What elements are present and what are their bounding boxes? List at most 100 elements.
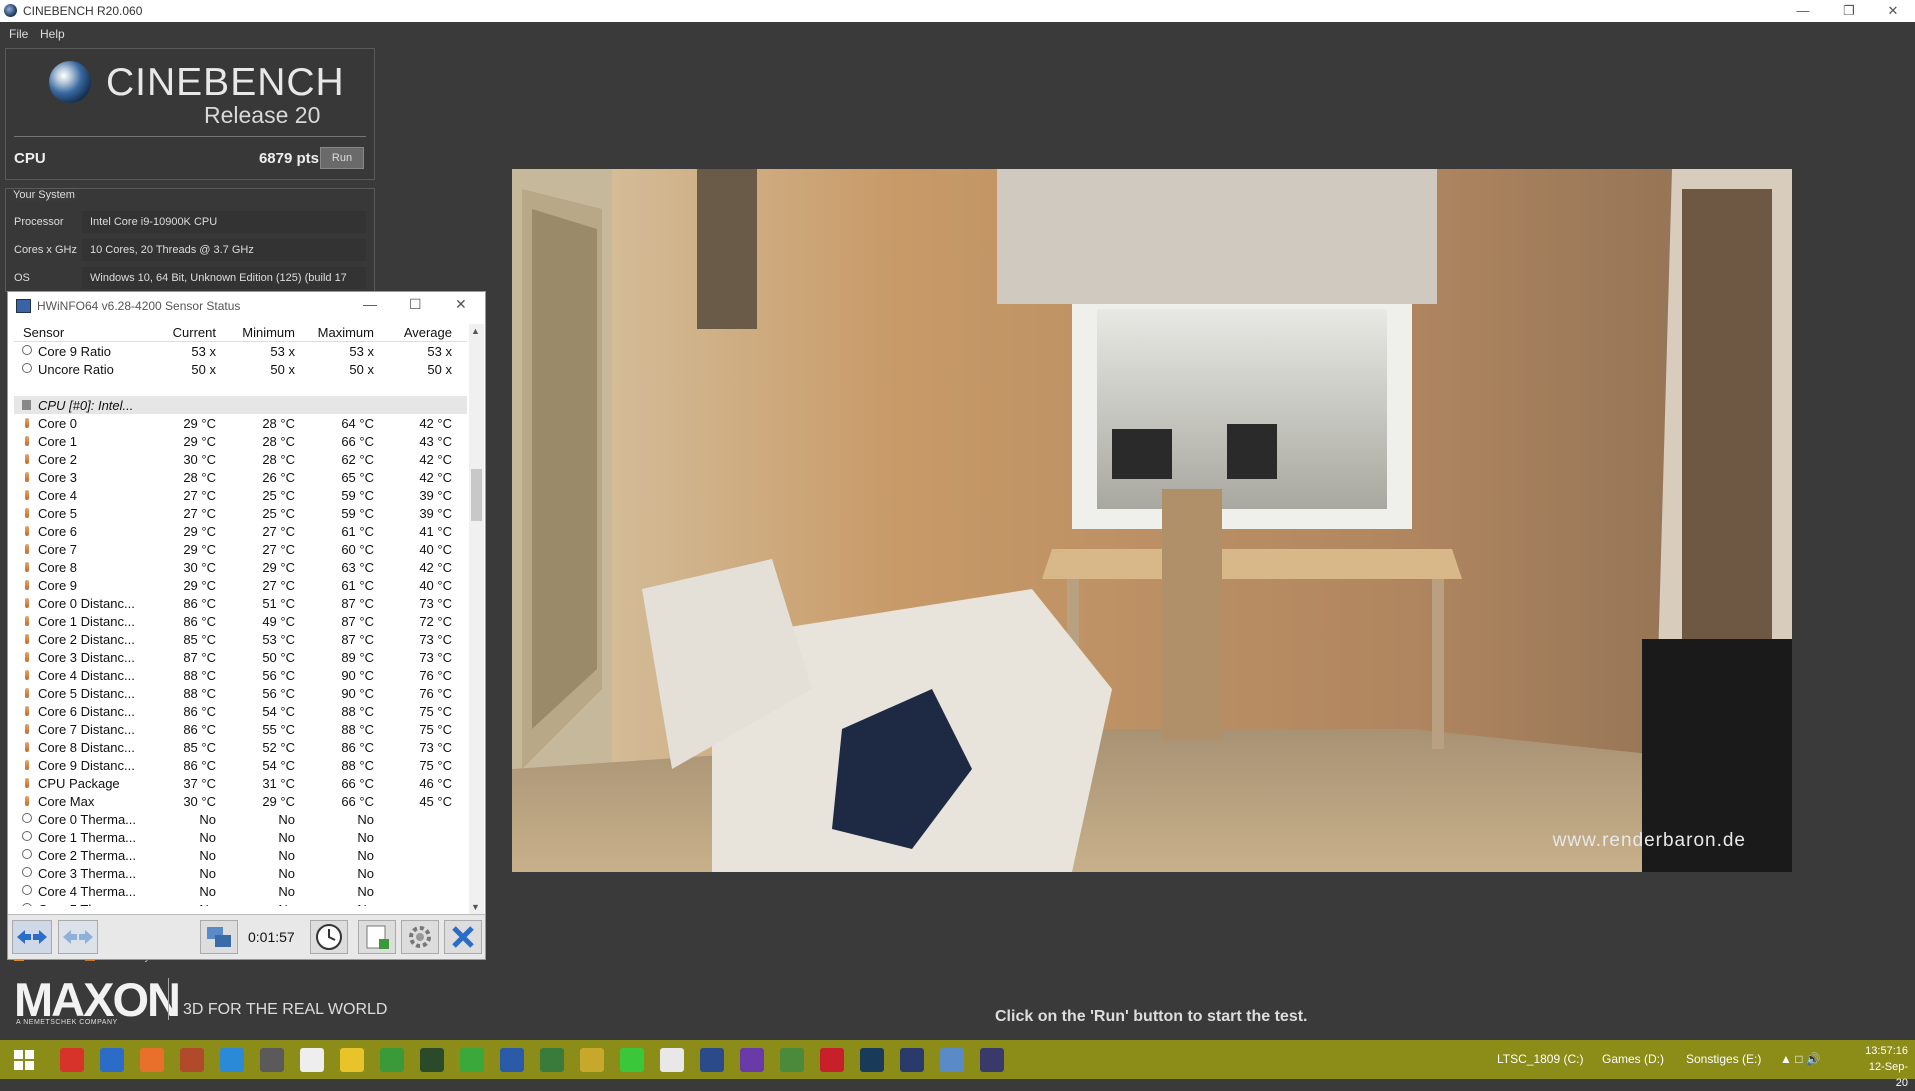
sensor-row[interactable]: Core 5 27 °C 25 °C 59 °C 39 °C [14,504,467,522]
sensor-row[interactable]: Core 6 29 °C 27 °C 61 °C 41 °C [14,522,467,540]
aida64-icon[interactable] [820,1048,844,1072]
windows-start-icon[interactable] [14,1050,34,1070]
sensor-name: Core 4 [38,488,78,503]
hwinfo-maximize-button[interactable]: ☐ [409,296,422,313]
sensor-name: Core 9 [38,578,78,593]
sensor-row[interactable]: Core 9 Ratio 53 x 53 x 53 x 53 x [14,342,467,360]
system-clock[interactable]: 13:57:16 12-Sep-20 [1858,1043,1908,1091]
col-current[interactable]: Current [173,325,216,340]
hwinfo-title-bar[interactable]: HWiNFO64 v6.28-4200 Sensor Status — ☐ ✕ [8,292,485,318]
log-file-icon[interactable] [358,920,396,954]
sensor-row[interactable]: Core 2 Distanc... 85 °C 53 °C 87 °C 73 °C [14,630,467,648]
hwinfo-close-button[interactable]: ✕ [455,296,467,313]
menu-file[interactable]: File [9,27,28,41]
sensor-row[interactable]: Core 9 Distanc... 86 °C 54 °C 88 °C 75 °C [14,756,467,774]
sensor-row[interactable]: Core 4 27 °C 25 °C 59 °C 39 °C [14,486,467,504]
scroll-up-icon[interactable]: ▲ [471,326,480,336]
col-sensor[interactable]: Sensor [23,325,64,340]
power-icon[interactable] [60,1048,84,1072]
hwinfo-minimize-button[interactable]: — [363,296,377,312]
sensor-row[interactable]: Core 1 Distanc... 86 °C 49 °C 87 °C 72 °C [14,612,467,630]
drive-icon[interactable] [220,1048,244,1072]
sensor-row[interactable]: CPU Package 37 °C 31 °C 66 °C 46 °C [14,774,467,792]
thermometer-icon [25,562,29,572]
run-button[interactable]: Run [320,147,364,169]
sensor-row[interactable]: Core 5 Therma... No No No [14,900,467,906]
maximum-value: 63 °C [341,560,374,575]
sensor-row[interactable]: Core 3 28 °C 26 °C 65 °C 42 °C [14,468,467,486]
sensor-row[interactable]: Core 5 Distanc... 88 °C 56 °C 90 °C 76 °C [14,684,467,702]
menu-help[interactable]: Help [40,27,65,41]
sensor-row[interactable]: Core 2 30 °C 28 °C 62 °C 42 °C [14,450,467,468]
maximum-value: 66 °C [341,434,374,449]
steam-icon[interactable] [860,1048,884,1072]
drive-d-label[interactable]: Games (D:) [1602,1052,1664,1066]
sensor-row[interactable]: Core 0 Therma... No No No [14,810,467,828]
firefox-icon[interactable] [140,1048,164,1072]
close-button[interactable]: ✕ [1870,0,1915,22]
restore-button[interactable]: ❐ [1826,0,1872,22]
hwinfo-icon[interactable] [700,1048,724,1072]
cinebench-icon[interactable] [980,1048,1004,1072]
chrome-icon[interactable] [340,1048,364,1072]
explorer-icon[interactable] [940,1048,964,1072]
maximum-value: 62 °C [341,452,374,467]
close-sensors-icon[interactable] [444,920,482,954]
sensor-row[interactable]: Core 1 29 °C 28 °C 66 °C 43 °C [14,432,467,450]
sensor-row[interactable]: Core 2 Therma... No No No [14,846,467,864]
settings-gear-icon[interactable] [401,920,439,954]
bench-icon[interactable] [900,1048,924,1072]
settings-icon[interactable] [500,1048,524,1072]
network-icon[interactable] [200,920,238,954]
chart-icon[interactable] [460,1048,484,1072]
sensor-scrollbar[interactable]: ▲ ▼ [469,324,484,914]
hwinfo-window[interactable]: HWiNFO64 v6.28-4200 Sensor Status — ☐ ✕ … [7,291,486,960]
xbox-icon[interactable] [380,1048,404,1072]
notepad-icon[interactable] [660,1048,684,1072]
scroll-thumb[interactable] [471,469,482,521]
sensor-row[interactable]: Core 6 Distanc... 86 °C 54 °C 88 °C 75 °C [14,702,467,720]
current-value: No [199,812,216,827]
sensor-row[interactable] [14,378,467,396]
drive-c-label[interactable]: LTSC_1809 (C:) [1497,1052,1583,1066]
sensor-row[interactable]: Core 4 Therma... No No No [14,882,467,900]
maximum-value: 88 °C [341,704,374,719]
sensor-row[interactable]: Core 8 30 °C 29 °C 63 °C 42 °C [14,558,467,576]
sensor-row[interactable]: Core 1 Therma... No No No [14,828,467,846]
sfc-icon[interactable] [620,1048,644,1072]
sensor-row[interactable]: Core 3 Distanc... 87 °C 50 °C 89 °C 73 °C [14,648,467,666]
sensor-row[interactable]: Core 3 Therma... No No No [14,864,467,882]
clock-icon[interactable] [310,920,348,954]
maximum-value: 50 x [349,362,374,377]
scroll-down-icon[interactable]: ▼ [471,902,480,912]
sensor-row[interactable]: Core 7 29 °C 27 °C 60 °C 40 °C [14,540,467,558]
cpu-z-icon[interactable] [580,1048,604,1072]
gpu-tool-icon[interactable] [180,1048,204,1072]
sensor-row[interactable]: Core 0 29 °C 28 °C 64 °C 42 °C [14,414,467,432]
sensor-row[interactable]: Core 9 29 °C 27 °C 61 °C 40 °C [14,576,467,594]
terminal-icon[interactable] [420,1048,444,1072]
sensor-row[interactable]: Core Max 30 °C 29 °C 66 °C 45 °C [14,792,467,810]
sensor-row[interactable]: Uncore Ratio 50 x 50 x 50 x 50 x [14,360,467,378]
ram-icon[interactable] [540,1048,564,1072]
nav-arrows-icon[interactable] [12,920,52,954]
thermometer-icon [25,724,29,734]
cpu-icon[interactable] [740,1048,764,1072]
sensor-row[interactable]: Core 8 Distanc... 85 °C 52 °C 86 °C 73 °C [14,738,467,756]
sensor-row[interactable]: Core 7 Distanc... 86 °C 55 °C 88 °C 75 °C [14,720,467,738]
drive-e-label[interactable]: Sonstiges (E:) [1686,1052,1761,1066]
minimize-button[interactable]: — [1780,0,1826,22]
col-maximum[interactable]: Maximum [318,325,374,340]
sensor-row[interactable]: Core 4 Distanc... 88 °C 56 °C 90 °C 76 °C [14,666,467,684]
devcln-icon[interactable] [300,1048,324,1072]
tray-icons[interactable]: ▲ □ 🔊 [1780,1052,1821,1066]
sensor-group-row[interactable]: CPU [#0]: Intel... [14,396,467,414]
gpu-icon[interactable] [780,1048,804,1072]
col-average[interactable]: Average [404,325,452,340]
nav-arrows-disabled-icon[interactable] [58,920,98,954]
box-icon[interactable] [260,1048,284,1072]
sync-icon[interactable] [100,1048,124,1072]
col-minimum[interactable]: Minimum [242,325,295,340]
average-value: 73 °C [419,650,452,665]
sensor-row[interactable]: Core 0 Distanc... 86 °C 51 °C 87 °C 73 °C [14,594,467,612]
